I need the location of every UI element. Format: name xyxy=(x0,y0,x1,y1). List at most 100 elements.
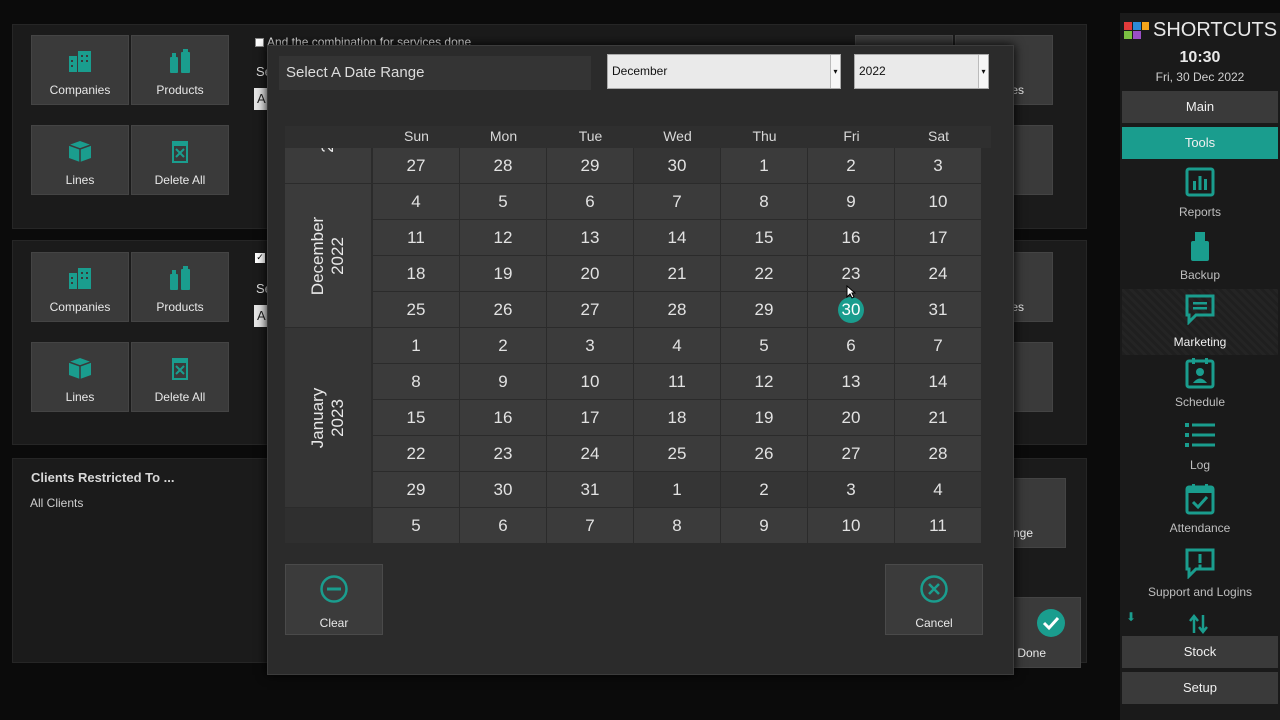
products-tile-2[interactable]: Products xyxy=(131,252,229,322)
day-cell[interactable]: 9 xyxy=(460,364,546,399)
day-cell[interactable]: 27 xyxy=(373,148,459,183)
support-item[interactable]: Support and Logins xyxy=(1122,545,1278,605)
stock-button[interactable]: Stock xyxy=(1122,636,1278,668)
delete-all-tile-2[interactable]: Delete All xyxy=(131,342,229,412)
day-cell[interactable]: 6 xyxy=(547,184,633,219)
day-cell[interactable]: 28 xyxy=(460,148,546,183)
day-cell[interactable]: 23 xyxy=(460,436,546,471)
day-cell[interactable]: 25 xyxy=(634,436,720,471)
day-cell[interactable]: 1 xyxy=(634,472,720,507)
day-cell[interactable]: 11 xyxy=(373,220,459,255)
day-cell[interactable]: 27 xyxy=(808,436,894,471)
chevron-down-icon[interactable]: ▾ xyxy=(830,55,840,88)
day-cell[interactable]: 4 xyxy=(634,328,720,363)
day-cell[interactable]: 8 xyxy=(634,508,720,543)
day-cell[interactable]: 15 xyxy=(373,400,459,435)
month-select[interactable]: December ▾ xyxy=(607,54,841,89)
day-cell[interactable]: 26 xyxy=(721,436,807,471)
day-cell[interactable]: 11 xyxy=(634,364,720,399)
day-cell[interactable]: 2 xyxy=(808,148,894,183)
day-cell[interactable]: 9 xyxy=(808,184,894,219)
day-cell[interactable]: 10 xyxy=(895,184,981,219)
day-cell[interactable]: 2 xyxy=(721,472,807,507)
day-cell[interactable]: 22 xyxy=(373,436,459,471)
day-cell[interactable]: 28 xyxy=(634,292,720,327)
day-cell[interactable]: 11 xyxy=(895,508,981,543)
clear-button[interactable]: Clear xyxy=(285,564,383,635)
main-button[interactable]: Main xyxy=(1122,91,1278,123)
day-cell[interactable]: 3 xyxy=(895,148,981,183)
day-cell[interactable]: 21 xyxy=(634,256,720,291)
log-item[interactable]: Log xyxy=(1122,418,1278,478)
day-cell[interactable]: 24 xyxy=(547,436,633,471)
products-tile[interactable]: Products xyxy=(131,35,229,105)
day-cell[interactable]: 3 xyxy=(808,472,894,507)
day-cell[interactable]: 6 xyxy=(808,328,894,363)
day-cell[interactable]: 17 xyxy=(547,400,633,435)
day-cell[interactable]: 6 xyxy=(460,508,546,543)
companies-tile[interactable]: Companies xyxy=(31,35,129,105)
day-cell[interactable]: 30 xyxy=(460,472,546,507)
backup-item[interactable]: Backup xyxy=(1122,228,1278,288)
day-cell[interactable]: 15 xyxy=(721,220,807,255)
day-cell[interactable]: 7 xyxy=(895,328,981,363)
day-cell[interactable]: 27 xyxy=(547,292,633,327)
day-cell[interactable]: 30 xyxy=(634,148,720,183)
day-cell[interactable]: 10 xyxy=(808,508,894,543)
day-cell[interactable]: 14 xyxy=(895,364,981,399)
cancel-button[interactable]: Cancel xyxy=(885,564,983,635)
day-cell[interactable]: 25 xyxy=(373,292,459,327)
day-cell[interactable]: 12 xyxy=(460,220,546,255)
day-cell[interactable]: 5 xyxy=(721,328,807,363)
day-cell[interactable]: 29 xyxy=(373,472,459,507)
day-cell[interactable]: 8 xyxy=(721,184,807,219)
day-cell[interactable]: 18 xyxy=(634,400,720,435)
day-cell[interactable]: 7 xyxy=(634,184,720,219)
day-cell[interactable]: 20 xyxy=(547,256,633,291)
attendance-item[interactable]: Attendance xyxy=(1122,481,1278,541)
day-cell[interactable]: 31 xyxy=(895,292,981,327)
scroll-down-icon[interactable]: ⬇ xyxy=(1126,610,1136,624)
day-cell[interactable]: 31 xyxy=(547,472,633,507)
day-cell[interactable]: 22 xyxy=(721,256,807,291)
schedule-item[interactable]: Schedule xyxy=(1122,355,1278,415)
day-cell[interactable]: 16 xyxy=(808,220,894,255)
day-cell[interactable]: 13 xyxy=(547,220,633,255)
day-cell[interactable]: 14 xyxy=(634,220,720,255)
day-cell[interactable]: 20 xyxy=(808,400,894,435)
day-cell[interactable]: 16 xyxy=(460,400,546,435)
day-cell[interactable]: 9 xyxy=(721,508,807,543)
day-cell[interactable]: 7 xyxy=(547,508,633,543)
day-cell[interactable]: 26 xyxy=(460,292,546,327)
day-cell[interactable]: 13 xyxy=(808,364,894,399)
day-cell[interactable]: 28 xyxy=(895,436,981,471)
day-cell[interactable]: 5 xyxy=(373,508,459,543)
middle-checkbox[interactable]: ✓ xyxy=(255,253,265,263)
reports-item[interactable]: Reports xyxy=(1122,165,1278,225)
day-cell[interactable]: 1 xyxy=(721,148,807,183)
day-cell[interactable]: 21 xyxy=(895,400,981,435)
day-cell[interactable]: 1 xyxy=(373,328,459,363)
marketing-item[interactable]: Marketing xyxy=(1122,289,1278,355)
day-cell[interactable]: 19 xyxy=(460,256,546,291)
day-cell[interactable]: 19 xyxy=(721,400,807,435)
companies-tile-2[interactable]: Companies xyxy=(31,252,129,322)
day-cell[interactable]: 5 xyxy=(460,184,546,219)
day-cell[interactable]: 3 xyxy=(547,328,633,363)
lines-tile-2[interactable]: Lines xyxy=(31,342,129,412)
lines-tile[interactable]: Lines xyxy=(31,125,129,195)
day-cell[interactable]: 12 xyxy=(721,364,807,399)
day-cell[interactable]: 4 xyxy=(895,472,981,507)
day-cell[interactable]: 17 xyxy=(895,220,981,255)
checkbox[interactable] xyxy=(255,38,264,48)
day-cell[interactable]: 2 xyxy=(460,328,546,363)
day-cell[interactable]: 8 xyxy=(373,364,459,399)
delete-all-tile[interactable]: Delete All xyxy=(131,125,229,195)
day-cell[interactable]: 4 xyxy=(373,184,459,219)
day-cell[interactable]: 24 xyxy=(895,256,981,291)
day-cell[interactable]: 18 xyxy=(373,256,459,291)
day-cell[interactable]: 10 xyxy=(547,364,633,399)
day-cell[interactable]: 29 xyxy=(547,148,633,183)
day-cell[interactable]: 29 xyxy=(721,292,807,327)
tools-button[interactable]: Tools xyxy=(1122,127,1278,159)
